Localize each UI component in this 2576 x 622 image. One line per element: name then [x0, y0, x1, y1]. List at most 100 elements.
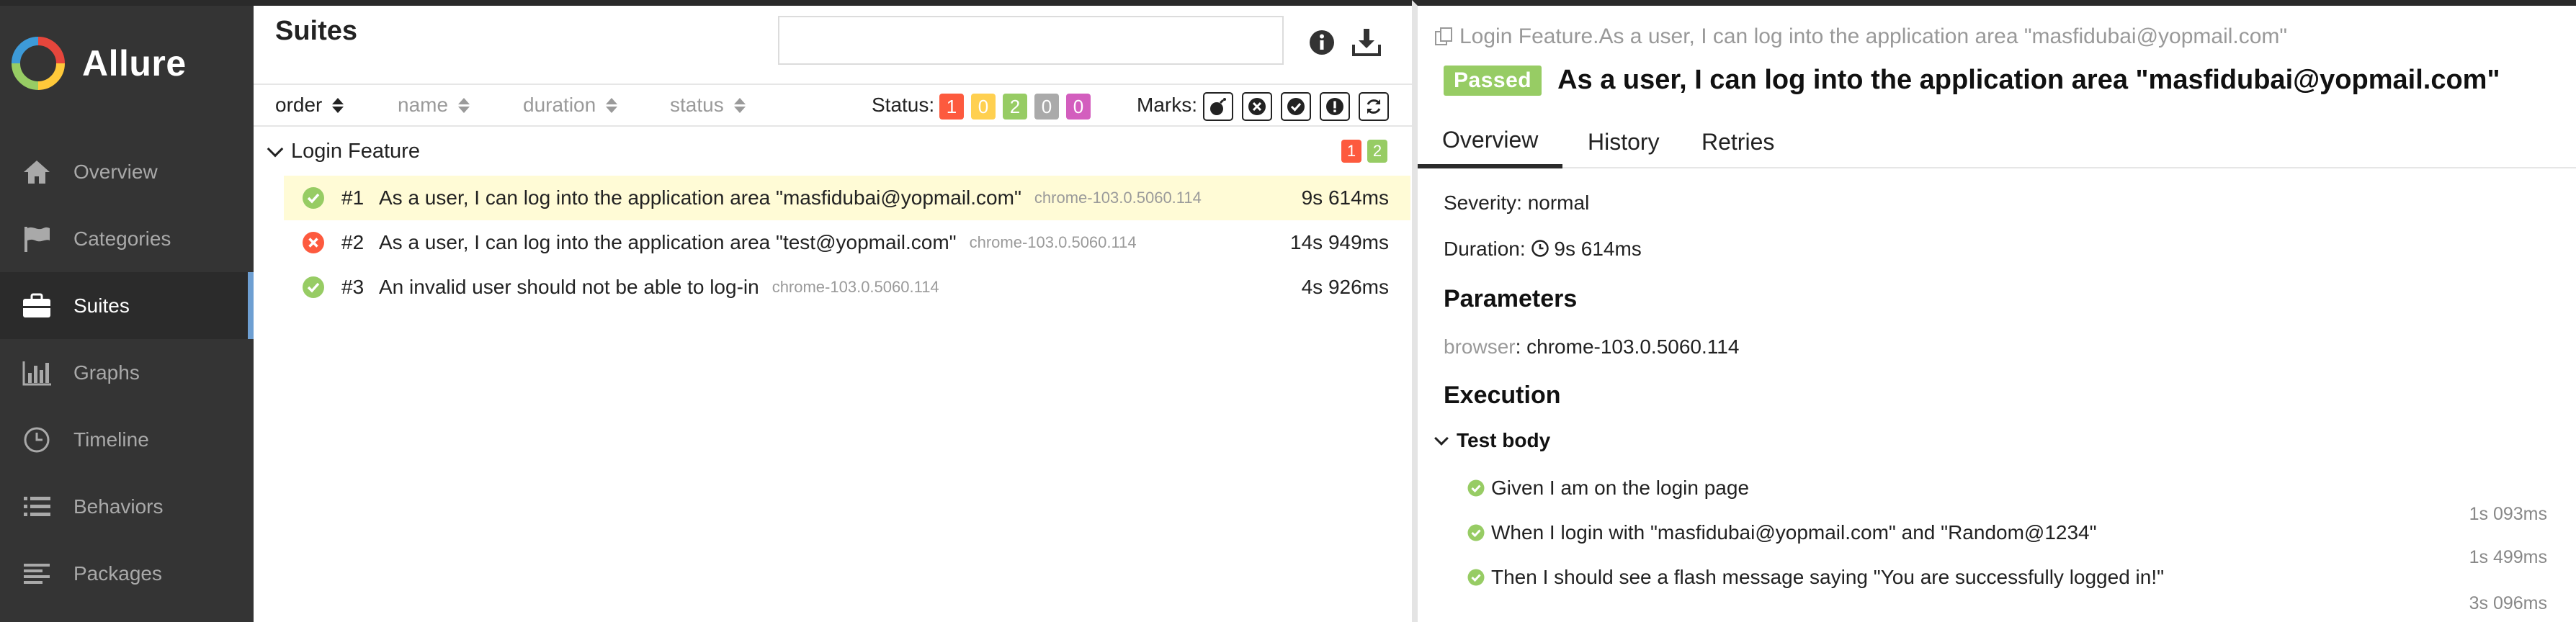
step-duration: 1s 499ms — [2469, 547, 2547, 567]
sort-arrows-icon — [332, 97, 344, 113]
step-row[interactable]: Then I should see a flash message saying… — [1467, 566, 2164, 589]
test-row[interactable]: #1 As a user, I can log into the applica… — [284, 176, 1410, 220]
sidebar-item-label: Overview — [73, 160, 158, 183]
bar-chart-icon — [20, 358, 53, 388]
sidebar-item-packages[interactable]: Packages — [0, 540, 254, 607]
list-icon — [20, 492, 53, 522]
test-name: As a user, I can log into the applicatio… — [379, 231, 957, 253]
info-icon[interactable] — [1305, 26, 1338, 59]
search-input[interactable] — [778, 16, 1284, 65]
test-duration: 9s 614ms — [1301, 186, 1389, 209]
clock-icon — [1531, 240, 1549, 257]
tab-retries[interactable]: Retries — [1677, 115, 1799, 168]
download-icon[interactable] — [1350, 26, 1383, 59]
suite-group-name: Login Feature — [291, 139, 420, 163]
status-filter-broken[interactable]: 0 — [971, 94, 996, 120]
sort-arrows-icon — [606, 97, 618, 113]
sort-by-name[interactable]: name — [398, 94, 470, 117]
execution-heading: Execution — [1444, 382, 1561, 409]
chevron-down-icon — [1434, 431, 1449, 446]
test-parameter: chrome-103.0.5060.114 — [969, 233, 1137, 251]
status-filter-skipped[interactable]: 0 — [1034, 94, 1059, 120]
sort-arrows-icon — [458, 97, 470, 113]
sidebar-item-label: Suites — [73, 294, 130, 317]
test-row[interactable]: #3 An invalid user should not be able to… — [284, 265, 1410, 310]
status-filter-failed[interactable]: 1 — [939, 94, 964, 120]
chevron-down-icon — [267, 140, 284, 158]
test-order: #2 — [341, 231, 365, 253]
duration-text: Duration: 9s 614ms — [1444, 238, 1642, 261]
sort-label: duration — [523, 94, 596, 116]
failed-count-badge: 1 — [1341, 140, 1361, 163]
suite-group-login-feature[interactable]: Login Feature 1 2 — [254, 128, 1412, 174]
step-row[interactable]: Given I am on the login page — [1467, 477, 1749, 500]
step-row[interactable]: When I login with "masfidubai@yopmail.co… — [1467, 521, 2097, 544]
align-left-icon — [20, 559, 53, 589]
tab-history[interactable]: History — [1563, 115, 1684, 168]
suites-tree-pane: Suites order name duration status Status… — [254, 0, 1412, 622]
sort-by-status[interactable]: status — [670, 94, 746, 117]
sort-by-duration[interactable]: duration — [523, 94, 618, 117]
sidebar-nav: Overview Categories Suites Graphs Timeli… — [0, 138, 254, 607]
test-name: An invalid user should not be able to lo… — [379, 276, 759, 298]
mark-new-broken-button[interactable] — [1320, 92, 1350, 121]
status-filter-passed[interactable]: 2 — [1003, 94, 1027, 120]
sidebar-item-categories[interactable]: Categories — [0, 205, 254, 272]
sidebar-item-behaviors[interactable]: Behaviors — [0, 473, 254, 540]
status-filter-unknown[interactable]: 0 — [1066, 94, 1091, 120]
test-duration: 4s 926ms — [1301, 276, 1389, 298]
status-badge: Passed — [1444, 65, 1542, 96]
test-title-row: Passed As a user, I can log into the app… — [1444, 65, 2500, 96]
test-order: #1 — [341, 186, 365, 209]
suite-group-counts: 1 2 — [1341, 140, 1387, 163]
test-row[interactable]: #2 As a user, I can log into the applica… — [284, 220, 1410, 265]
check-circle-icon — [1287, 98, 1305, 115]
allure-logo-icon — [12, 37, 65, 90]
page-title: Suites — [275, 16, 358, 46]
test-body-toggle[interactable]: Test body — [1431, 429, 1550, 452]
exclamation-circle-icon — [1326, 98, 1343, 115]
failed-status-icon — [301, 230, 326, 255]
sort-label: name — [398, 94, 449, 116]
tab-overview[interactable]: Overview — [1418, 115, 1563, 168]
duration-label: Duration: — [1444, 238, 1526, 260]
test-duration: 14s 949ms — [1290, 231, 1389, 253]
sidebar-item-label: Categories — [73, 227, 171, 250]
sidebar-item-label: Behaviors — [73, 495, 164, 518]
test-parameter: chrome-103.0.5060.114 — [1034, 189, 1202, 207]
sidebar-item-timeline[interactable]: Timeline — [0, 406, 254, 473]
passed-status-icon — [1467, 524, 1485, 541]
test-title: As a user, I can log into the applicatio… — [1557, 65, 2500, 95]
mark-new-failed-button[interactable] — [1242, 92, 1272, 121]
parameters-heading: Parameters — [1444, 285, 1578, 312]
test-order: #3 — [341, 276, 365, 298]
marks-filter-label: Marks: — [1137, 94, 1197, 116]
brand[interactable]: Allure — [12, 35, 187, 92]
sort-bar: order name duration status Status: 1 0 2… — [254, 84, 1412, 127]
refresh-icon — [1367, 99, 1381, 114]
breadcrumb-text: Login Feature.As a user, I can log into … — [1459, 24, 2288, 48]
step-duration: 1s 093ms — [2469, 504, 2547, 524]
mark-flaky-button[interactable] — [1203, 92, 1233, 121]
sidebar-item-label: Graphs — [73, 361, 140, 384]
test-parameter: chrome-103.0.5060.114 — [772, 278, 939, 296]
flag-icon — [20, 224, 53, 254]
sidebar: Allure Overview Categories Suites Graphs — [0, 0, 254, 622]
parameter-row: browser: chrome-103.0.5060.114 — [1444, 335, 1739, 359]
breadcrumb: Login Feature.As a user, I can log into … — [1434, 24, 2287, 49]
sort-by-order[interactable]: order — [275, 94, 344, 117]
sort-arrows-icon — [733, 97, 746, 113]
status-filter-label: Status: — [872, 94, 935, 116]
home-icon — [20, 157, 53, 187]
mark-new-passed-button[interactable] — [1281, 92, 1311, 121]
copy-icon[interactable] — [1434, 26, 1455, 48]
times-circle-icon — [1248, 98, 1266, 115]
sidebar-item-label: Packages — [73, 562, 162, 585]
sidebar-item-suites[interactable]: Suites — [0, 272, 254, 339]
parameter-value: : chrome-103.0.5060.114 — [1515, 335, 1740, 358]
sidebar-item-graphs[interactable]: Graphs — [0, 339, 254, 406]
sort-label: status — [670, 94, 724, 116]
briefcase-icon — [20, 291, 53, 321]
sidebar-item-overview[interactable]: Overview — [0, 138, 254, 205]
mark-retries-button[interactable] — [1359, 92, 1389, 121]
